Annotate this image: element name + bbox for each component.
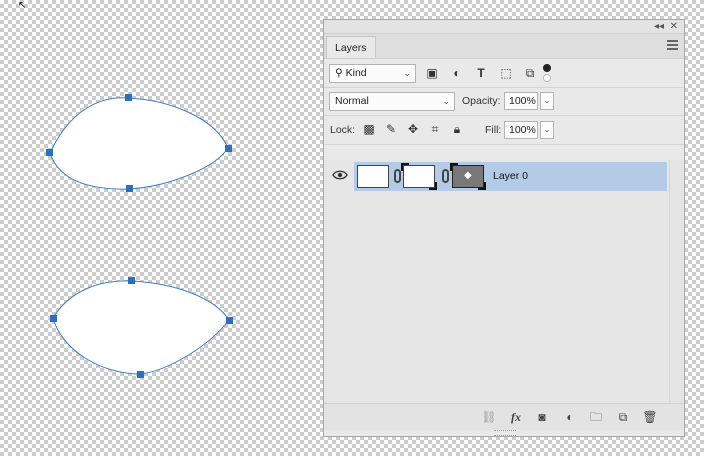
layer-thumbnail	[357, 165, 389, 188]
vector-mask-thumbnail[interactable]: ◆	[450, 163, 486, 190]
eye-icon[interactable]	[332, 168, 348, 182]
fx-icon[interactable]: fx	[507, 408, 525, 426]
chain-link-icon[interactable]	[394, 169, 401, 183]
double-chevron-left-icon[interactable]: ◂◂	[654, 20, 664, 33]
fill-label: Fill:	[485, 124, 502, 136]
close-icon[interactable]: ✕	[670, 20, 678, 33]
lock-image-pixels-icon[interactable]: ✎	[382, 120, 400, 138]
panel-tab-row: Layers	[324, 34, 684, 59]
image-filter-icon[interactable]: ▣	[423, 64, 441, 82]
lock-all-icon[interactable]: 🔒︎	[448, 120, 466, 138]
blend-mode-value: Normal	[335, 95, 369, 107]
fill-dropdown[interactable]: ⌄	[540, 121, 554, 139]
lock-label: Lock:	[330, 124, 356, 136]
opacity-dropdown[interactable]: ⌄	[540, 92, 554, 110]
mouse-cursor-icon: ↖	[18, 0, 27, 11]
chain-link-icon[interactable]	[442, 169, 449, 183]
panel-footer: ⛓ fx ◙ ◐ 🗀︎ ⧉ 🗑︎	[324, 403, 684, 430]
chevron-down-icon: ⌄	[403, 68, 411, 78]
kind-label: Kind	[345, 67, 367, 79]
top-ellipse-path[interactable]	[49, 97, 229, 190]
kind-filter-select[interactable]: ⚲ Kind ⌄	[329, 64, 416, 83]
toggle-on-dot	[543, 64, 551, 72]
fill-input[interactable]: 100%	[504, 121, 538, 139]
type-filter-icon[interactable]: T	[472, 64, 490, 82]
vector-mask-glyph-icon: ◆	[464, 170, 472, 181]
add-mask-icon[interactable]: ◙	[533, 408, 551, 426]
opacity-label: Opacity:	[462, 95, 501, 107]
layers-list: ◆ Layer 0	[324, 160, 669, 422]
panel-resize-grip[interactable]	[494, 430, 516, 436]
adjustment-filter-icon[interactable]: ◐	[448, 64, 466, 82]
lock-position-icon[interactable]: ✥	[404, 120, 422, 138]
link-layers-icon[interactable]: ⛓	[480, 408, 498, 426]
smart-object-filter-icon[interactable]: ⧉	[521, 64, 539, 82]
layer-name[interactable]: Layer 0	[493, 170, 528, 182]
toggle-off-dot	[543, 74, 551, 82]
lock-transparent-pixels-icon[interactable]: ▩	[360, 120, 378, 138]
new-layer-icon[interactable]: ⧉	[614, 408, 632, 426]
layers-panel: ◂◂ ✕ Layers ⚲ Kind ⌄ ▣ ◐ T ⬚ ⧉ Normal ⌄ …	[323, 19, 685, 437]
new-group-icon[interactable]: 🗀︎	[587, 408, 605, 426]
chevron-down-icon: ⌄	[442, 96, 450, 106]
filter-row: ⚲ Kind ⌄ ▣ ◐ T ⬚ ⧉	[324, 59, 684, 88]
lock-artboard-icon[interactable]: ⌗	[426, 120, 444, 138]
bottom-ellipse-path[interactable]	[52, 280, 230, 375]
blend-mode-select[interactable]: Normal ⌄	[329, 92, 455, 111]
layer-mask-thumbnail[interactable]	[401, 163, 437, 190]
layers-scrollbar[interactable]	[669, 160, 684, 422]
shape-filter-icon[interactable]: ⬚	[497, 64, 515, 82]
filter-toggle[interactable]	[542, 64, 552, 82]
panel-title-bar: ◂◂ ✕	[324, 20, 684, 34]
layer-row[interactable]: ◆ Layer 0	[354, 162, 667, 191]
canvas[interactable]	[0, 0, 320, 456]
lock-row: Lock: ▩ ✎ ✥ ⌗ 🔒︎ Fill: 100% ⌄	[324, 116, 684, 145]
opacity-input[interactable]: 100%	[504, 92, 538, 110]
hamburger-menu-icon[interactable]	[667, 40, 678, 52]
tab-layers[interactable]: Layers	[326, 36, 376, 58]
new-adjustment-layer-icon[interactable]: ◐	[561, 408, 579, 426]
search-icon: ⚲	[335, 67, 346, 79]
delete-layer-icon[interactable]: 🗑︎	[641, 408, 659, 426]
blend-row: Normal ⌄ Opacity: 100% ⌄	[324, 88, 684, 116]
